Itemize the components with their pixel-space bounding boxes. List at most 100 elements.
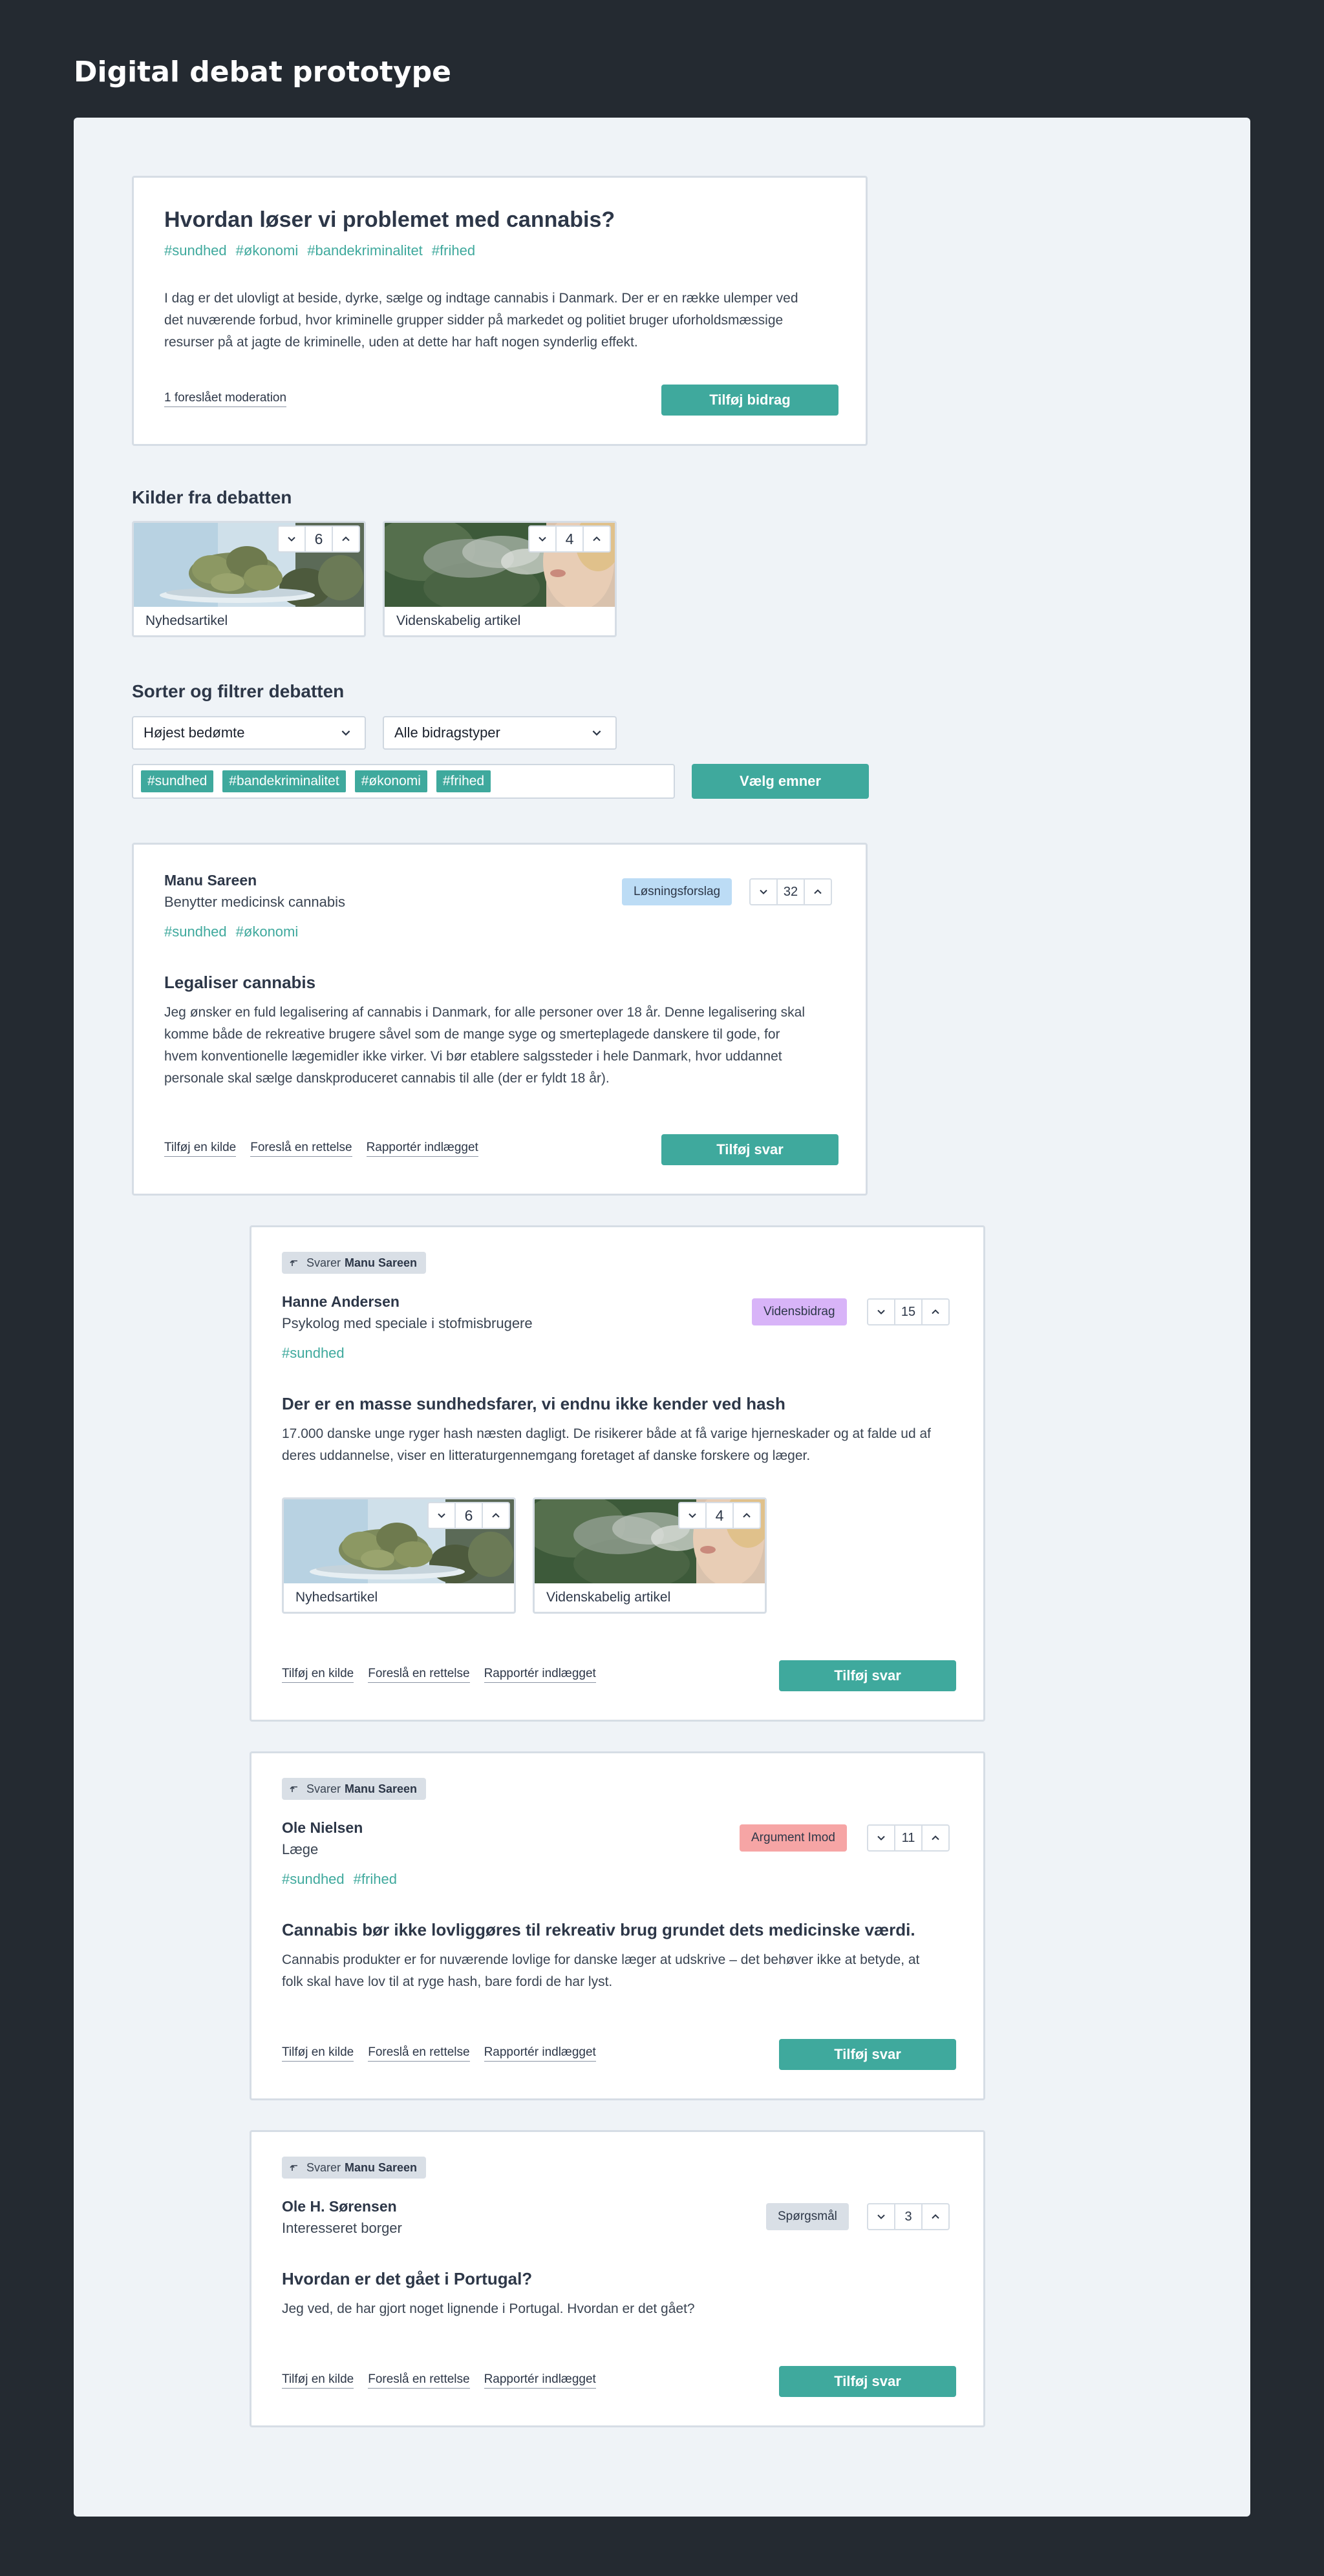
tag-link[interactable]: #frihed [354,1871,397,1888]
add-source-link[interactable]: Tilføj en kilde [282,2372,354,2389]
source-voter: 6 [277,525,360,553]
filters-section-title: Sorter og filtrer debatten [132,681,345,701]
tag-link[interactable]: #økonomi [236,924,299,940]
topic-filter-input[interactable]: #sundhed #bandekriminalitet #økonomi #fr… [132,764,675,799]
vote-count: 3 [894,2204,923,2229]
upvote-button[interactable] [483,1503,509,1528]
add-reply-button[interactable]: Tilføj svar [779,2039,956,2070]
post-voter: 32 [749,878,832,905]
author-role: Læge [282,1841,319,1857]
add-source-link[interactable]: Tilføj en kilde [282,2045,354,2062]
source-card[interactable]: 4 Videnskabelig artikel [383,521,617,637]
upvote-button[interactable] [805,880,831,904]
downvote-button[interactable] [279,527,304,551]
main-panel: Hvordan løser vi problemet med cannabis?… [74,118,1250,2517]
author-name[interactable]: Hanne Andersen [282,1293,400,1311]
source-card[interactable]: 6 Nyhedsartikel [132,521,366,637]
report-post-link[interactable]: Rapportér indlægget [484,2045,596,2062]
topic-chip[interactable]: #sundhed [141,770,214,792]
topic-chip[interactable]: #økonomi [354,770,427,792]
upvote-button[interactable] [734,1503,760,1528]
suggest-correction-link[interactable]: Foreslå en rettelse [250,1141,352,1157]
tag-link[interactable]: #sundhed [282,1345,345,1362]
tag-link[interactable]: #sundhed [164,242,227,259]
upvote-button[interactable] [923,2204,948,2229]
downvote-button[interactable] [868,2204,894,2229]
add-source-link[interactable]: Tilføj en kilde [282,1667,354,1683]
chevron-up-icon [813,887,823,897]
reply-card: Svarer Manu Sareen Ole Nielsen Læge #sun… [250,1751,985,2100]
topic-chip[interactable]: #bandekriminalitet [222,770,346,792]
choose-topics-button[interactable]: Vælg emner [692,764,869,799]
post-voter: 3 [867,2203,950,2230]
source-card[interactable]: 4 Videnskabelig artikel [533,1497,767,1614]
downvote-button[interactable] [868,1826,894,1850]
tag-link[interactable]: #bandekriminalitet [307,242,423,259]
author-name[interactable]: Ole Nielsen [282,1819,363,1837]
suggest-correction-link[interactable]: Foreslå en rettelse [368,1667,470,1683]
replying-to-chip[interactable]: Svarer Manu Sareen [282,1252,427,1274]
post-actions: Tilføj en kilde Foreslå en rettelse Rapp… [282,2045,596,2062]
suggest-correction-link[interactable]: Foreslå en rettelse [368,2372,470,2389]
upvote-button[interactable] [923,1300,948,1324]
post-tags: #sundhed #frihed [282,1871,397,1888]
add-source-link[interactable]: Tilføj en kilde [164,1141,237,1157]
author-role: Benytter medicinsk cannabis [164,894,346,910]
vote-count: 4 [555,527,584,551]
type-select[interactable]: Alle bidragstyper [383,716,617,750]
report-post-link[interactable]: Rapportér indlægget [484,1667,596,1683]
chevron-up-icon [592,534,602,544]
upvote-button[interactable] [923,1826,948,1850]
author-role: Interesseret borger [282,2220,402,2236]
reply-card: Svarer Manu Sareen Ole H. Sørensen Inter… [250,2130,985,2427]
sort-select[interactable]: Højest bedømte [132,716,366,750]
question-card: Hvordan løser vi problemet med cannabis?… [132,176,868,446]
source-voter: 4 [528,525,611,553]
source-card[interactable]: 6 Nyhedsartikel [282,1497,516,1614]
post-voter: 11 [867,1824,950,1852]
tag-link[interactable]: #sundhed [164,924,227,940]
downvote-button[interactable] [679,1503,705,1528]
reply-target: Manu Sareen [345,1256,418,1269]
topic-chip[interactable]: #frihed [436,770,491,792]
upvote-button[interactable] [333,527,359,551]
chevron-down-icon [876,1833,886,1843]
chevron-up-icon [491,1510,501,1521]
report-post-link[interactable]: Rapportér indlægget [484,2372,596,2389]
add-reply-button[interactable]: Tilføj svar [661,1134,838,1165]
replying-to-chip[interactable]: Svarer Manu Sareen [282,2157,427,2179]
source-label: Nyhedsartikel [295,1590,378,1605]
chevron-up-icon [930,2212,941,2222]
upvote-button[interactable] [584,527,610,551]
report-post-link[interactable]: Rapportér indlægget [366,1141,478,1157]
post-card: Manu Sareen Benytter medicinsk cannabis … [132,843,868,1196]
sources-section-title: Kilder fra debatten [132,487,292,507]
add-contribution-button[interactable]: Tilføj bidrag [661,385,838,416]
downvote-button[interactable] [868,1300,894,1324]
suggest-correction-link[interactable]: Foreslå en rettelse [368,2045,470,2062]
downvote-button[interactable] [429,1503,454,1528]
chevron-up-icon [930,1833,941,1843]
question-body: I dag er det ulovligt at beside, dyrke, … [164,291,798,350]
post-body: Cannabis produkter er for nuværende lovl… [282,1952,920,1989]
downvote-button[interactable] [751,880,776,904]
moderation-link[interactable]: 1 foreslået moderation [164,391,287,407]
replying-to-chip[interactable]: Svarer Manu Sareen [282,1778,427,1800]
source-label: Nyhedsartikel [145,613,228,628]
author-name[interactable]: Manu Sareen [164,872,257,889]
add-reply-button[interactable]: Tilføj svar [779,2366,956,2397]
post-title: Cannabis bør ikke lovliggøres til rekrea… [282,1920,915,1939]
post-title: Hvordan er det gået i Portugal? [282,2269,533,2288]
tag-link[interactable]: #økonomi [236,242,299,259]
chevron-down-icon [876,2212,886,2222]
add-reply-button[interactable]: Tilføj svar [779,1660,956,1691]
tag-link[interactable]: #frihed [432,242,475,259]
downvote-button[interactable] [529,527,555,551]
author-name[interactable]: Ole H. Sørensen [282,2198,397,2215]
chevron-down-icon [876,1307,886,1317]
moderation-link-row: 1 foreslået moderation [164,391,287,407]
type-badge: Spørgsmål [766,2203,849,2230]
post-actions: Tilføj en kilde Foreslå en rettelse Rapp… [164,1141,478,1157]
tag-link[interactable]: #sundhed [282,1871,345,1888]
post-body: 17.000 danske unge ryger hash næsten dag… [282,1426,931,1463]
